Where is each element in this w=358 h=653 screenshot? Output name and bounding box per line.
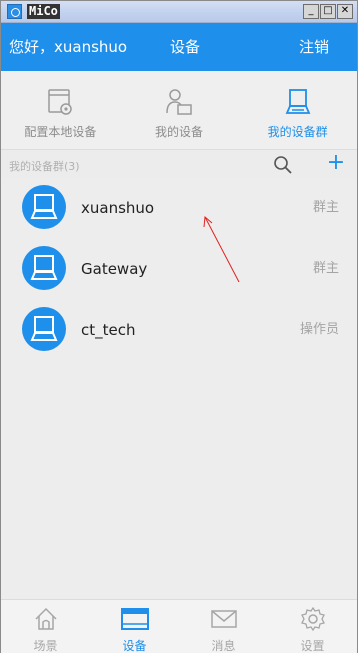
home-icon [34,607,57,630]
tab-my-device-groups[interactable]: 我的设备群 [238,71,357,149]
device-tabs: 配置本地设备 我的设备 我的设备群 [1,71,357,149]
computer-icon [30,194,58,219]
minimize-button[interactable]: _ [303,4,319,19]
list-item[interactable]: ct_tech 操作员 [1,301,357,362]
bottom-navigation: 场景 设备 消息 设置 [1,599,357,653]
list-item[interactable]: Gateway 群主 [1,240,357,301]
tab-label: 我的设备 [155,125,204,139]
window-title: MiCo [27,4,60,19]
device-group-icon [285,89,311,114]
window-controls: _ □ ✕ [302,4,353,19]
group-name: ct_tech [81,321,136,339]
avatar [22,307,66,351]
greeting-text: 您好，xuanshuo [9,38,128,56]
person-device-icon [166,89,192,115]
nav-messages[interactable]: 消息 [179,600,268,653]
avatar [22,246,66,290]
title-bar: MiCo _ □ ✕ [1,1,357,23]
nav-label: 设置 [300,639,325,653]
group-name: Gateway [81,260,148,278]
computer-icon [30,255,58,280]
tab-label: 我的设备群 [267,125,328,139]
group-count-label: 我的设备群(3) [9,160,80,173]
nav-label: 场景 [33,639,58,653]
logout-button[interactable]: 注销 [299,23,329,71]
search-icon[interactable] [273,155,293,175]
device-icon [120,608,149,630]
nav-scenes[interactable]: 场景 [1,600,90,653]
app-window: MiCo _ □ ✕ 您好，xuanshuo 设备 注销 配置本地设备 我的设备… [0,0,358,653]
add-group-button[interactable]: + [325,152,347,174]
group-name: xuanshuo [81,199,155,217]
close-button[interactable]: ✕ [337,4,353,19]
tab-label: 配置本地设备 [24,125,97,139]
list-item[interactable]: xuanshuo 群主 [1,179,357,240]
nav-settings[interactable]: 设置 [268,600,357,653]
avatar [22,185,66,229]
page-title: 设备 [170,38,201,56]
maximize-button[interactable]: □ [320,4,336,19]
nav-label: 消息 [211,639,236,653]
mail-icon [210,610,237,628]
group-role: 群主 [312,200,339,215]
group-section-header: 我的设备群(3) + [1,149,357,179]
nav-devices[interactable]: 设备 [90,600,179,653]
group-role: 操作员 [299,322,339,337]
computer-icon [30,316,58,341]
tab-my-devices[interactable]: 我的设备 [120,71,239,149]
group-list: xuanshuo 群主 Gateway 群主 ct_tech 操作员 [1,179,357,362]
group-role: 群主 [312,261,339,276]
nav-label: 设备 [122,639,147,653]
device-config-icon [48,89,73,115]
app-logo-icon [7,4,22,19]
app-header: 您好，xuanshuo 设备 注销 [1,23,357,71]
tab-configure-local-device[interactable]: 配置本地设备 [1,71,120,149]
gear-icon [300,606,325,632]
